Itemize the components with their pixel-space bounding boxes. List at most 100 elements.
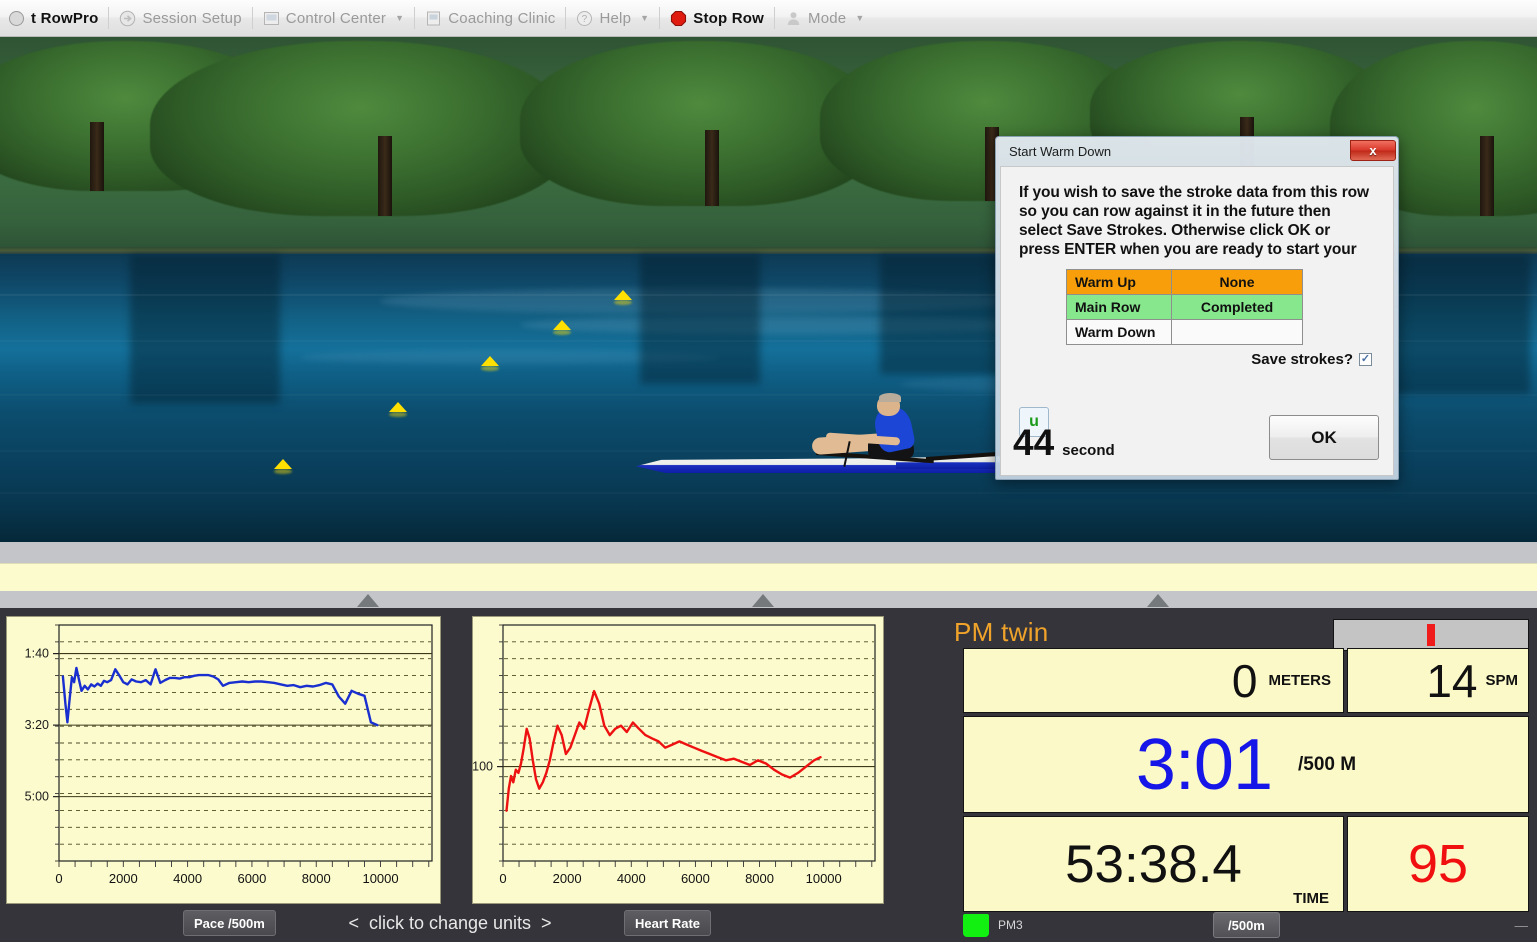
arrow-circle-icon bbox=[120, 10, 136, 26]
svg-text:1:40: 1:40 bbox=[25, 647, 49, 661]
splitter-handle-center[interactable] bbox=[752, 594, 774, 607]
splitter-handle-left[interactable] bbox=[357, 594, 379, 607]
svg-text:3:20: 3:20 bbox=[25, 718, 49, 732]
force-indicator bbox=[1427, 624, 1435, 646]
app-icon bbox=[9, 10, 24, 26]
pm-twin-panel: PM twin 0 METERS 14 SPM 3:01 /500 M 53:3… bbox=[921, 608, 1537, 942]
stage-label-warmup: Warm Up bbox=[1066, 269, 1172, 295]
splitter-strip-lower[interactable] bbox=[0, 591, 1537, 608]
toolbar-label-mode: Mode bbox=[808, 9, 847, 27]
pace-chart: 1:40 3:20 5:00 0 2000 4000 6000 8000 10000 bbox=[25, 624, 433, 886]
toolbar-divider bbox=[251, 7, 253, 29]
stage-label-warm-down: Warm Down bbox=[1066, 319, 1172, 345]
toolbar-divider bbox=[414, 7, 416, 29]
dialog-body: If you wish to save the stroke data from… bbox=[1000, 166, 1394, 476]
toolbar-item-coaching-clinic[interactable]: Coaching Clinic bbox=[417, 4, 563, 33]
heart-rate-unit-button[interactable]: Heart Rate bbox=[624, 910, 712, 936]
svg-text:0: 0 bbox=[55, 871, 62, 886]
stage-status-warm-down bbox=[1171, 319, 1303, 345]
toolbar-label-help: Help bbox=[599, 9, 632, 27]
toolbar-label-control-center: Control Center bbox=[285, 9, 387, 27]
pm-twin-readouts: 0 METERS 14 SPM 3:01 /500 M 53:38.4 TIME… bbox=[963, 648, 1529, 912]
svg-text:6000: 6000 bbox=[681, 871, 710, 886]
table-row: Warm Down bbox=[1066, 319, 1303, 345]
meters-value: 0 bbox=[1231, 654, 1258, 707]
time-readout[interactable]: 53:38.4 TIME bbox=[963, 816, 1344, 912]
toolbar-label-rowpro: t RowPro bbox=[31, 9, 99, 27]
footer-dots: –– bbox=[1514, 917, 1529, 933]
dialog-message: If you wish to save the stroke data from… bbox=[1019, 184, 1369, 258]
person-icon bbox=[787, 11, 800, 25]
spm-label: SPM bbox=[1485, 672, 1518, 689]
question-circle-icon: ? bbox=[577, 10, 593, 26]
meters-label: METERS bbox=[1268, 672, 1331, 689]
dialog-title: Start Warm Down bbox=[1009, 144, 1112, 159]
toolbar-divider bbox=[774, 7, 775, 29]
heart-rate-readout[interactable]: 95 bbox=[1347, 816, 1529, 912]
toolbar-item-control-center[interactable]: Control Center ▼ bbox=[255, 4, 412, 33]
change-units-hint[interactable]: < click to change units > bbox=[330, 910, 570, 936]
toolbar-label-stop-row: Stop Row bbox=[693, 9, 764, 27]
toolbar-label-coaching-clinic: Coaching Clinic bbox=[448, 9, 556, 27]
ok-button[interactable]: OK bbox=[1269, 415, 1379, 460]
toolbar-label-session-setup: Session Setup bbox=[142, 9, 242, 27]
pace-unit-button[interactable]: Pace /500m bbox=[183, 910, 276, 936]
dialog-title-bar[interactable]: Start Warm Down x bbox=[1000, 140, 1396, 166]
stop-octagon-icon bbox=[671, 10, 687, 26]
splitter-handle-right[interactable] bbox=[1147, 594, 1169, 607]
spm-value: 14 bbox=[1426, 654, 1478, 707]
charts-panel: 1:40 3:20 5:00 0 2000 4000 6000 8000 10000 100 0 2… bbox=[0, 608, 921, 942]
chevron-down-icon[interactable]: ▼ bbox=[395, 13, 404, 23]
save-strokes-checkbox[interactable]: ✓ bbox=[1359, 353, 1372, 366]
svg-text:4000: 4000 bbox=[173, 871, 202, 886]
table-row: Warm Up None bbox=[1066, 269, 1303, 295]
clipboard-icon bbox=[427, 11, 441, 25]
svg-text:6000: 6000 bbox=[237, 871, 266, 886]
prev-unit-arrow[interactable]: < bbox=[348, 913, 359, 934]
stage-status-warmup: None bbox=[1171, 269, 1303, 295]
control-panel-icon bbox=[263, 11, 279, 25]
heart-rate-chart: 100 0 2000 4000 6000 8000 10000 bbox=[473, 624, 876, 886]
toolbar-item-session-setup[interactable]: Session Setup bbox=[111, 4, 249, 33]
toolbar-item-rowpro[interactable]: t RowPro bbox=[0, 4, 106, 33]
pace-label: /500 M bbox=[1298, 753, 1357, 775]
force-curve-bar bbox=[1333, 619, 1529, 651]
svg-text:8000: 8000 bbox=[745, 871, 774, 886]
meters-readout[interactable]: 0 METERS bbox=[963, 648, 1344, 713]
next-unit-arrow[interactable]: > bbox=[541, 913, 552, 934]
save-strokes-label: Save strokes? bbox=[1251, 351, 1353, 368]
svg-text:10000: 10000 bbox=[362, 871, 398, 886]
pace-value: 3:01 bbox=[1135, 724, 1273, 805]
device-label: PM3 bbox=[998, 918, 1023, 932]
svg-text:5:00: 5:00 bbox=[25, 790, 49, 804]
pace-readout[interactable]: 3:01 /500 M bbox=[963, 716, 1529, 813]
pace-chart-card[interactable]: 1:40 3:20 5:00 0 2000 4000 6000 8000 10000 bbox=[6, 616, 441, 904]
svg-text:?: ? bbox=[582, 14, 588, 25]
close-icon[interactable]: x bbox=[1350, 140, 1396, 161]
svg-text:2000: 2000 bbox=[553, 871, 582, 886]
pm-twin-footer: PM3 /500m –– bbox=[963, 912, 1529, 938]
buoy-marker bbox=[614, 290, 632, 300]
svg-text:100: 100 bbox=[473, 760, 493, 774]
table-row: Main Row Completed bbox=[1066, 294, 1303, 320]
spm-readout[interactable]: 14 SPM bbox=[1347, 648, 1529, 713]
chevron-down-icon[interactable]: ▼ bbox=[855, 13, 864, 23]
toolbar-divider bbox=[659, 7, 661, 29]
stage-status-main-row: Completed bbox=[1171, 294, 1303, 320]
svg-text:10000: 10000 bbox=[806, 871, 842, 886]
heart-rate-value: 95 bbox=[1407, 834, 1469, 894]
chevron-down-icon[interactable]: ▼ bbox=[640, 13, 649, 23]
buoy-marker bbox=[481, 356, 499, 366]
start-warm-down-dialog[interactable]: Start Warm Down x If you wish to save th… bbox=[995, 136, 1399, 480]
toolbar-item-stop-row[interactable]: Stop Row bbox=[662, 4, 772, 33]
info-strip bbox=[0, 563, 1537, 591]
countdown-value: 44 bbox=[1013, 422, 1055, 463]
time-value: 53:38.4 bbox=[1065, 834, 1242, 894]
pm-unit-button[interactable]: /500m bbox=[1213, 912, 1280, 938]
toolbar-divider bbox=[108, 7, 110, 29]
toolbar-item-mode[interactable]: Mode ▼ bbox=[777, 4, 872, 33]
workout-stage-table: Warm Up None Main Row Completed Warm Dow… bbox=[1066, 269, 1303, 345]
heart-rate-chart-card[interactable]: 100 0 2000 4000 6000 8000 10000 bbox=[472, 616, 884, 904]
buoy-marker bbox=[389, 402, 407, 412]
toolbar-item-help[interactable]: ? Help ▼ bbox=[568, 4, 657, 33]
